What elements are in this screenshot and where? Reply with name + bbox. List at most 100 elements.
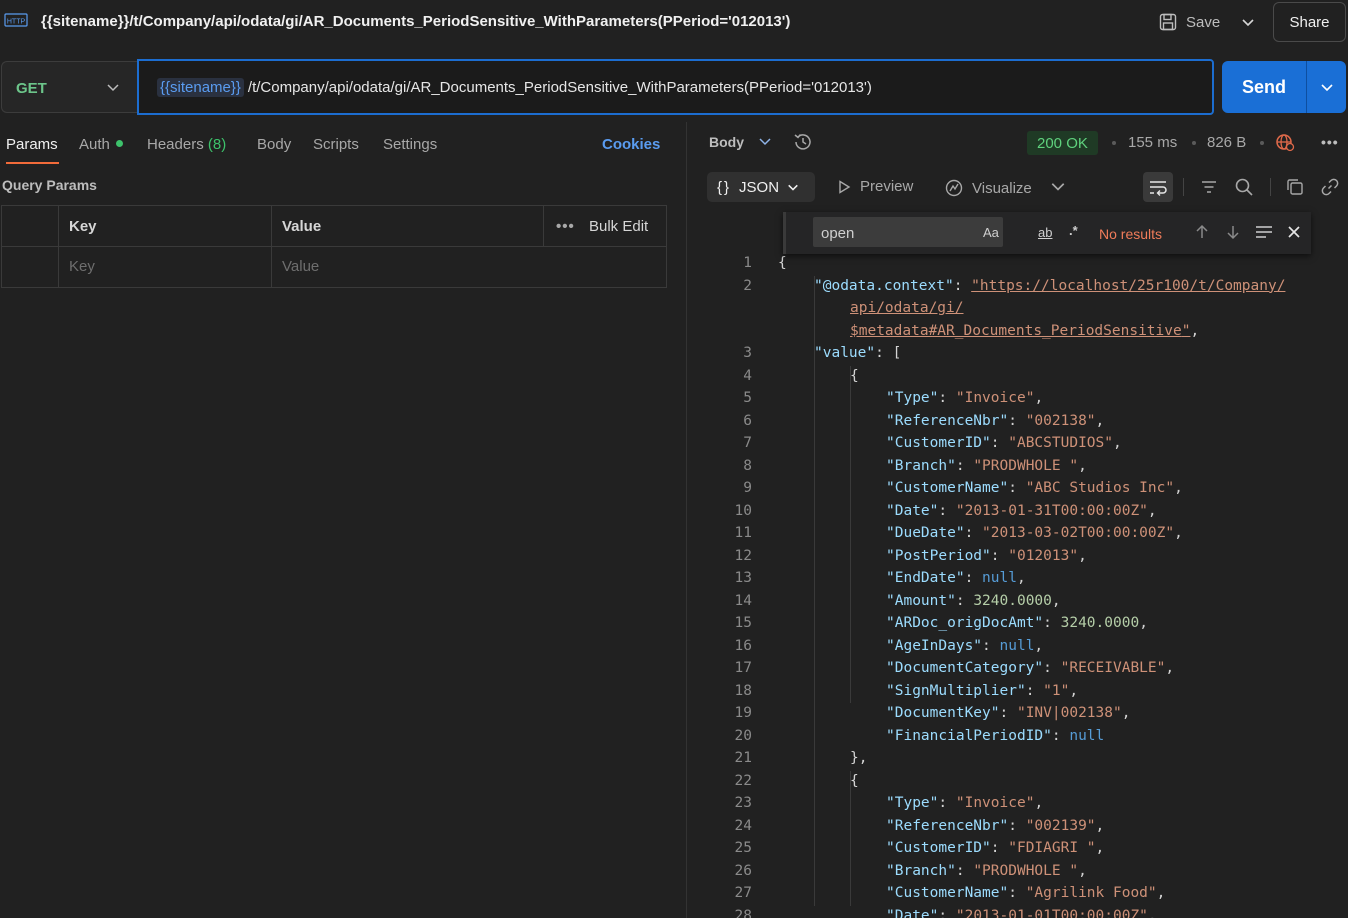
method-select[interactable]: GET [1,61,137,113]
tab-auth[interactable]: Auth [79,136,123,153]
tab-body[interactable]: Body [257,136,291,153]
code-token: "SignMultiplier" [886,682,1026,699]
code-token[interactable]: "https://localhost/25r100/t/Company/ [971,278,1285,294]
close-icon[interactable] [1285,223,1303,241]
code-text: "EndDate": null, [886,570,1026,586]
chevron-down-icon [1242,19,1254,27]
code-token: : [955,592,974,609]
filter-icon[interactable] [1199,177,1219,197]
code-line: 25 "CustomerID": "FDIAGRI ", [700,838,1348,861]
code-text: "ReferenceNbr": "002139", [886,818,1104,834]
code-text: "DocumentKey": "INV|002138", [886,705,1130,721]
status-badge[interactable]: 200 OK [1027,131,1098,155]
code-line: 18 "SignMultiplier": "1", [700,681,1348,704]
line-number: 28 [734,907,752,918]
find-widget: open Aa ab .* No results [783,212,1311,254]
code-token: : [ [875,345,902,361]
code-token: , [1034,637,1044,654]
share-button[interactable]: Share [1273,2,1346,42]
line-number: 3 [743,345,752,361]
line-number: 6 [743,412,752,429]
code-line: 6 "ReferenceNbr": "002138", [700,411,1348,434]
code-token: , [1095,817,1105,834]
code-text: $metadata#AR_Documents_PeriodSensitive", [850,323,1199,339]
chevron-down-icon [107,84,119,92]
code-token: "Date" [886,502,939,519]
code-text: "CustomerID": "ABCSTUDIOS", [886,435,1122,451]
param-value-input[interactable]: Value [282,258,319,275]
visualize-button[interactable]: Visualize [944,178,1032,198]
globe-network-icon[interactable] [1275,132,1295,152]
code-token[interactable]: $metadata#AR_Documents_PeriodSensitive [850,323,1182,339]
response-time[interactable]: 155 ms [1128,134,1177,151]
code-token: : [1008,885,1026,901]
code-token: "PRODWHOLE " [973,457,1079,474]
separator-dot [1192,141,1196,145]
send-button[interactable]: Send [1222,61,1306,113]
line-number: 12 [734,547,752,564]
arrow-up-icon[interactable] [1193,223,1211,241]
tab-scripts[interactable]: Scripts [313,136,359,153]
tab-headers[interactable]: Headers (8) [147,136,226,153]
save-options-button[interactable] [1236,8,1260,36]
response-body-editor[interactable]: 1{2 "@odata.context": "https://localhost/… [700,253,1348,918]
code-token: null [982,570,1017,586]
code-text: "Date": "2013-01-01T00:00:00Z", [886,908,1157,918]
code-token: : [964,570,983,586]
column-header-value: Value [282,218,322,235]
line-number: 9 [743,480,752,496]
format-select[interactable]: {} JSON [707,172,815,202]
code-token: "Invoice" [955,795,1035,811]
link-icon[interactable] [1320,177,1340,197]
code-token[interactable]: api/odata/gi/ [850,300,964,316]
code-token: , [1165,660,1175,676]
chevron-down-icon[interactable] [758,134,772,148]
code-token: , [1078,457,1087,474]
code-text: "@odata.context": "https://localhost/25r… [814,278,1285,294]
url-variable[interactable]: {{sitename}} [157,78,244,97]
chevron-down-icon [1320,84,1333,92]
line-number: 1 [743,255,752,271]
code-token: , [1034,390,1044,406]
match-case-icon[interactable]: Aa [983,225,999,240]
history-icon[interactable] [792,131,814,153]
play-icon [839,179,851,194]
response-size[interactable]: 826 B [1207,134,1246,151]
more-options-icon[interactable]: ••• [556,218,575,235]
arrow-down-icon[interactable] [1224,223,1242,241]
send-options-button[interactable] [1306,61,1346,113]
preview-button[interactable]: Preview [836,178,913,195]
url-input[interactable]: {{sitename}}/t/Company/api/odata/gi/AR_D… [137,59,1214,115]
active-tab-indicator [6,162,59,164]
line-number: 4 [743,367,752,384]
code-token: "Date" [886,907,939,918]
tab-params[interactable]: Params [6,136,58,153]
find-input[interactable]: open Aa [813,217,1003,247]
response-body-label[interactable]: Body [709,134,744,150]
cookies-link[interactable]: Cookies [602,136,660,153]
copy-icon[interactable] [1285,177,1305,197]
whole-word-icon[interactable]: ab [1038,225,1052,240]
request-title[interactable]: {{sitename}}/t/Company/api/odata/gi/AR_D… [41,13,790,30]
chevron-down-icon[interactable] [1050,178,1066,194]
code-token: "CustomerName" [886,885,1009,901]
code-token: "CustomerName" [886,480,1009,496]
param-key-input[interactable]: Key [69,258,95,275]
bulk-edit-button[interactable]: Bulk Edit [589,218,648,235]
line-number: 2 [743,277,752,294]
tab-settings[interactable]: Settings [383,136,437,153]
search-icon[interactable] [1234,177,1254,197]
save-button[interactable]: Save [1158,8,1220,36]
line-number: 16 [734,637,752,654]
code-token: "Branch" [886,457,956,474]
find-in-selection-icon[interactable] [1254,223,1274,241]
more-options-icon[interactable]: ••• [1321,134,1339,150]
code-token: "AgeInDays" [886,637,983,654]
word-wrap-button[interactable] [1143,172,1173,202]
code-text: "CustomerName": "Agrilink Food", [886,885,1165,901]
code-line: 12 "PostPeriod": "012013", [700,546,1348,569]
code-token: : [964,525,983,541]
code-text: "Branch": "PRODWHOLE ", [886,458,1087,474]
regex-icon[interactable]: .* [1069,223,1078,238]
pane-divider[interactable] [686,122,687,918]
